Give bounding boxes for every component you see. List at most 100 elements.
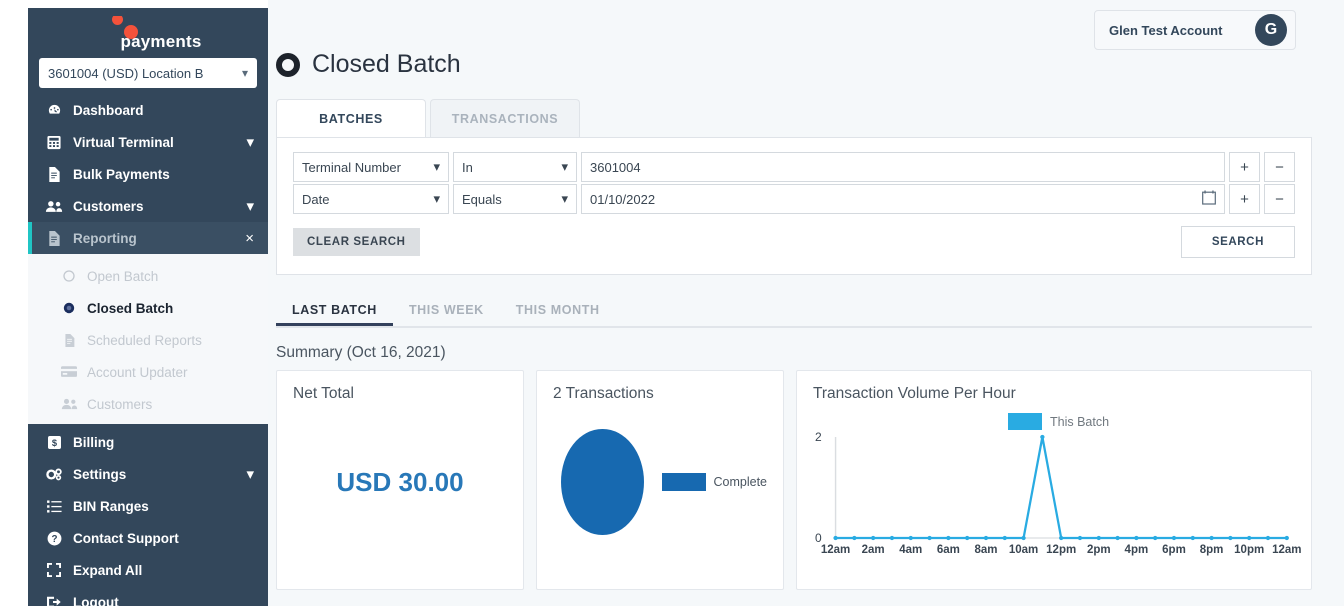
filter-operator-value: In xyxy=(462,159,473,175)
chevron-down-icon[interactable]: ▾ xyxy=(246,465,254,483)
sidebar-subitem-open-batch[interactable]: Open Batch xyxy=(28,260,268,292)
sidebar-subitem-label: Scheduled Reports xyxy=(87,332,202,348)
svg-text:?: ? xyxy=(51,533,57,544)
net-total-amount: USD 30.00 xyxy=(336,467,464,497)
sidebar-item-label: Virtual Terminal xyxy=(73,134,174,150)
sidebar-item-label: Contact Support xyxy=(73,530,179,546)
sidebar: payments 3601004 (USD) Location B ▾ Dash… xyxy=(28,8,268,606)
sidebar-item-billing[interactable]: $ Billing xyxy=(28,426,268,458)
sidebar-item-bin-ranges[interactable]: BIN Ranges xyxy=(28,490,268,522)
account-selector[interactable]: 3601004 (USD) Location B ▾ xyxy=(39,58,257,88)
report-icon xyxy=(44,230,64,246)
tab-label: TRANSACTIONS xyxy=(451,111,559,126)
filter-value-input[interactable] xyxy=(590,159,1216,175)
card-title: Transaction Volume Per Hour xyxy=(813,385,1016,402)
x-axis-tick: 4am xyxy=(899,544,923,556)
brand-logo: payments xyxy=(28,8,268,54)
expand-icon xyxy=(44,563,64,577)
document-icon xyxy=(44,166,64,182)
range-tab-last-batch[interactable]: LAST BATCH xyxy=(276,297,393,326)
pie-legend-label: Complete xyxy=(713,475,768,489)
sidebar-nav: Dashboard Virtual Terminal ▾ Bulk Paymen… xyxy=(28,94,268,606)
net-total-card: Net Total USD 30.00 xyxy=(276,370,524,590)
account-menu-button[interactable]: Glen Test Account G xyxy=(1094,10,1296,50)
transaction-volume-card: Transaction Volume Per Hour This Batch 0… xyxy=(796,370,1312,590)
page-header: Closed Batch xyxy=(268,50,1344,79)
x-axis-tick: 2am xyxy=(861,544,885,556)
filter-operator-value: Equals xyxy=(462,191,502,207)
sidebar-item-dashboard[interactable]: Dashboard xyxy=(28,94,268,126)
add-filter-button[interactable]: + xyxy=(1229,184,1260,214)
sidebar-item-expand-all[interactable]: Expand All xyxy=(28,554,268,586)
chevron-down-icon: ▾ xyxy=(561,191,568,206)
x-axis-tick: 6am xyxy=(936,544,960,556)
tab-batches[interactable]: BATCHES xyxy=(276,99,426,137)
card-title: Net Total xyxy=(293,385,354,402)
sidebar-item-label: Customers xyxy=(73,198,144,214)
pie-legend: Complete xyxy=(661,473,768,491)
sidebar-item-reporting[interactable]: Reporting × xyxy=(28,222,268,254)
sidebar-subitem-scheduled-reports[interactable]: Scheduled Reports xyxy=(28,324,268,356)
sidebar-item-label: Reporting xyxy=(73,230,137,246)
close-icon[interactable]: × xyxy=(245,230,254,247)
chevron-down-icon[interactable]: ▾ xyxy=(246,133,254,151)
calendar-icon[interactable] xyxy=(1202,190,1216,208)
sidebar-item-logout[interactable]: Logout xyxy=(28,586,268,606)
gears-icon xyxy=(44,467,64,482)
people-icon xyxy=(44,200,64,213)
logout-icon xyxy=(44,595,64,606)
x-axis-tick: 8pm xyxy=(1199,544,1224,556)
closed-batch-icon xyxy=(276,52,300,77)
filter-date-input[interactable] xyxy=(590,191,1202,207)
sidebar-item-label: BIN Ranges xyxy=(73,498,149,514)
line-chart: This Batch 0 2 12am 2am 4am 6am 8am 10am 12pm 2p… xyxy=(813,413,1301,581)
sidebar-item-label: Logout xyxy=(73,594,119,606)
filter-operator-select[interactable]: Equals ▾ xyxy=(453,184,577,214)
clear-search-button[interactable]: CLEAR SEARCH xyxy=(293,228,420,256)
dollar-box-icon: $ xyxy=(44,435,64,449)
x-axis-tick: 12am xyxy=(1272,544,1302,556)
sidebar-subitem-closed-batch[interactable]: Closed Batch xyxy=(28,292,268,324)
sidebar-item-virtual-terminal[interactable]: Virtual Terminal ▾ xyxy=(28,126,268,158)
chart-legend-swatch xyxy=(1008,413,1042,430)
main-content: Glen Test Account G Closed Batch BATCHES… xyxy=(268,0,1344,606)
remove-filter-button[interactable]: − xyxy=(1264,184,1295,214)
sidebar-subitem-label: Customers xyxy=(87,396,153,412)
sidebar-item-label: Billing xyxy=(73,434,115,450)
filter-field-value: Date xyxy=(302,191,330,207)
transactions-card: 2 Transactions Complete xyxy=(536,370,784,590)
sidebar-item-customers[interactable]: Customers ▾ xyxy=(28,190,268,222)
pie-chart: Complete xyxy=(553,429,767,535)
remove-filter-button[interactable]: − xyxy=(1264,152,1295,182)
search-button[interactable]: SEARCH xyxy=(1180,226,1295,258)
circle-outline-icon xyxy=(60,270,78,282)
filter-row: Terminal Number ▾ In ▾ + − xyxy=(293,152,1295,182)
x-axis-tick: 12am xyxy=(820,544,851,556)
range-tab-label: LAST BATCH xyxy=(292,303,377,317)
sidebar-item-settings[interactable]: Settings ▾ xyxy=(28,458,268,490)
chevron-down-icon[interactable]: ▾ xyxy=(246,197,254,215)
circle-filled-icon xyxy=(60,302,78,314)
help-circle-icon: ? xyxy=(44,531,64,546)
sidebar-item-bulk-payments[interactable]: Bulk Payments xyxy=(28,158,268,190)
add-filter-button[interactable]: + xyxy=(1229,152,1260,182)
sidebar-item-label: Expand All xyxy=(73,562,143,578)
sidebar-item-contact-support[interactable]: ? Contact Support xyxy=(28,522,268,554)
filter-operator-select[interactable]: In ▾ xyxy=(453,152,577,182)
y-axis-tick: 0 xyxy=(815,531,822,545)
tab-transactions[interactable]: TRANSACTIONS xyxy=(430,99,580,137)
summary-heading: Summary (Oct 16, 2021) xyxy=(276,344,446,361)
y-axis-tick: 2 xyxy=(815,430,822,444)
sidebar-subitem-customers[interactable]: Customers xyxy=(28,388,268,420)
range-tab-this-month[interactable]: THIS MONTH xyxy=(500,297,616,326)
sidebar-subitem-account-updater[interactable]: Account Updater xyxy=(28,356,268,388)
x-axis-tick: 10pm xyxy=(1234,544,1265,556)
filter-field-select[interactable]: Terminal Number ▾ xyxy=(293,152,449,182)
pie-legend-swatch xyxy=(661,473,706,491)
topbar: Glen Test Account G xyxy=(268,0,1344,54)
filter-field-select[interactable]: Date ▾ xyxy=(293,184,449,214)
chevron-down-icon: ▾ xyxy=(433,191,440,206)
range-tab-this-week[interactable]: THIS WEEK xyxy=(393,297,500,326)
reporting-submenu: Open Batch Closed Batch Scheduled Report… xyxy=(28,254,268,424)
pie-slice-complete[interactable] xyxy=(561,429,644,535)
